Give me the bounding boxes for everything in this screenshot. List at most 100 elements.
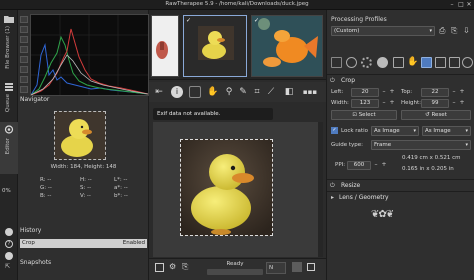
duck-photo [181,140,272,235]
width-input[interactable]: 123 [351,99,379,108]
bottom-toolbar: ⚙ ⎘ Ready N [149,258,326,280]
channel-buttons[interactable]: ▪▪▪ [297,86,323,98]
channel-label: B: [40,193,46,199]
minimize-icon[interactable]: – [448,1,456,9]
guide-type-select[interactable]: Frame [371,140,471,150]
tab-file-browser[interactable]: File Browser (1) [0,12,18,76]
histogram-green-toggle[interactable] [20,26,28,33]
crop-tool-icon[interactable]: ⌗ [251,86,263,98]
help-icon[interactable]: ? [5,240,13,248]
left-decrement[interactable]: – [380,88,388,97]
fullscreen-toggle-icon[interactable] [307,263,315,271]
thumbnail-1[interactable] [151,15,179,77]
reset-button-label: Reset [431,112,447,118]
canvas-scrollbar[interactable] [318,122,323,257]
left-panel: Navigator Width: 184, Height: 148 R: -- … [18,10,149,280]
ppi-decrement[interactable]: – [372,161,380,170]
navigator-preview[interactable] [54,111,106,160]
top-decrement[interactable]: – [450,88,458,97]
close-icon[interactable]: ✕ [465,1,473,9]
folder-icon [4,16,14,23]
color-picker-icon[interactable]: ✎ [237,86,249,98]
crop-enable-icon[interactable]: ⏻ [330,77,335,85]
hand-tool-icon[interactable]: ✋ [207,86,219,98]
save-icon[interactable] [155,263,164,272]
select-button[interactable]: ⊡ Select [331,110,397,120]
histogram-blue-toggle[interactable] [20,36,28,43]
history-tab-icon[interactable] [462,57,473,68]
hide-panel-icon[interactable]: ⇤ [153,86,165,98]
before-after-icon[interactable] [189,86,201,98]
profile-select[interactable]: (Custom) [331,26,435,36]
thumbnail-3[interactable]: ✓ [251,15,323,77]
detail-tab-icon[interactable] [361,57,372,68]
histogram-mode-toggle[interactable] [20,86,28,93]
channel-label: H: [80,177,86,183]
histogram-bar-toggle[interactable] [20,76,28,83]
history-row-label: Crop [22,240,35,246]
height-decrement[interactable]: – [450,99,458,108]
thumbnail-2-image [198,26,234,60]
zoom-select[interactable]: N [266,262,286,274]
ratio-select[interactable]: As Image [371,126,419,136]
advanced-tab-icon[interactable] [393,57,404,68]
channel-value: -- [47,193,52,199]
maximize-icon[interactable]: □ [457,1,465,9]
top-input[interactable]: 22 [421,88,449,97]
favorites-tab-icon[interactable] [331,57,342,68]
histogram-luma-toggle[interactable] [20,46,28,53]
top-label: Top: [401,89,413,95]
tab-queue[interactable]: Queue [0,80,18,118]
channel-value: -- [47,177,52,183]
info-button[interactable]: i [171,86,183,98]
save-profile-icon[interactable]: ⎘ [451,26,461,36]
paste-profile-icon[interactable]: ⇩ [463,26,473,36]
image-canvas[interactable] [153,122,318,257]
ppi-increment[interactable]: + [380,161,388,170]
ppi-input[interactable]: 600 [347,161,371,170]
lens-geometry-title[interactable]: Lens / Geometry [339,194,389,201]
resize-title[interactable]: Resize [341,182,360,189]
expand-arrow-icon[interactable]: ▸ [331,194,334,201]
left-label: Left: [331,89,344,95]
resize-enable-icon[interactable]: ⏻ [330,182,335,190]
open-external-icon[interactable]: ⎘ [182,262,188,272]
width-decrement[interactable]: – [380,99,388,108]
exposure-tab-icon[interactable] [346,57,357,68]
left-increment[interactable]: + [388,88,396,97]
preview-background-icon[interactable] [292,262,302,272]
white-balance-picker-icon[interactable]: ⚲ [223,86,235,98]
local-tab-icon[interactable]: ✋ [407,57,418,68]
height-input[interactable]: 99 [421,99,449,108]
channel-label: V: [80,193,86,199]
load-profile-icon[interactable]: ⎙ [439,26,449,36]
top-increment[interactable]: + [458,88,466,97]
color-tab-icon[interactable] [377,57,388,68]
crop-area[interactable] [180,139,273,236]
metadata-tab-icon[interactable] [449,57,460,68]
lock-ratio-checkbox[interactable]: ✓ [331,127,338,134]
exif-tooltip: Exif data not available. [153,108,273,120]
raw-tab-icon[interactable] [435,57,446,68]
transform-tab-icon-active[interactable] [421,57,432,68]
straighten-icon[interactable]: ⟋ [265,86,277,98]
channel-value: -- [87,177,92,183]
thumbnail-2-selected[interactable]: ✓ [183,15,247,77]
channel-label: b*: [114,193,123,199]
window-title: RawTherapee 5.9 - /home/kali/Downloads/d… [165,1,309,7]
histogram-red-toggle[interactable] [20,16,28,23]
tab-editor[interactable]: Editor [0,122,18,174]
histogram-raw-toggle[interactable] [20,66,28,73]
history-row[interactable]: Crop Enabled [20,239,147,248]
histogram-chroma-toggle[interactable] [20,56,28,63]
settings-icon[interactable] [5,228,13,236]
left-input[interactable]: 20 [351,88,379,97]
reset-button[interactable]: ↺ Reset [401,110,471,120]
height-increment[interactable]: + [458,99,466,108]
orientation-select[interactable]: As Image [422,126,471,136]
preview-mode-icon[interactable]: ◧ [283,86,295,98]
width-increment[interactable]: + [388,99,396,108]
info-icon[interactable] [5,252,13,260]
fullscreen-icon[interactable]: ⇱ [5,264,13,270]
queue-add-icon[interactable]: ⚙ [169,262,176,271]
